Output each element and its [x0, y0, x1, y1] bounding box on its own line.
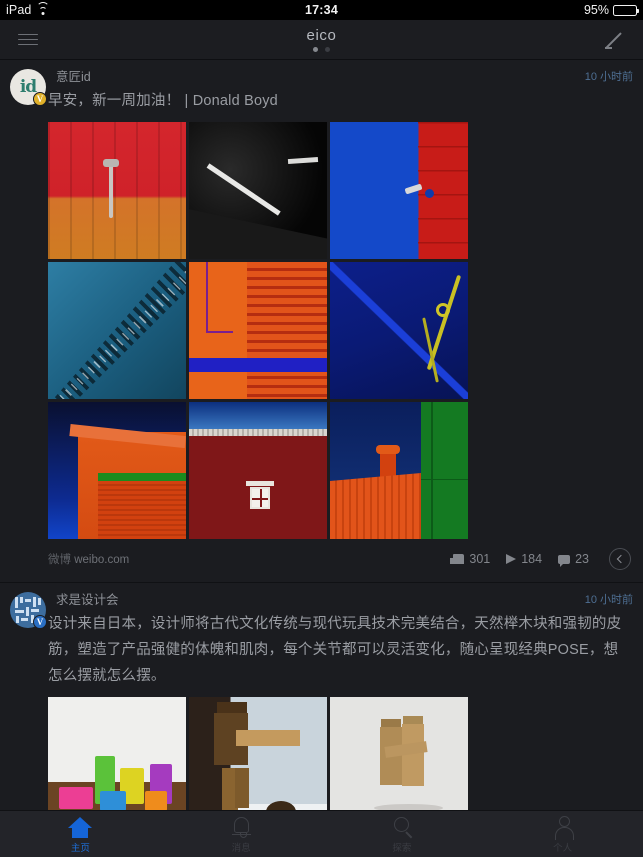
search-icon [390, 814, 414, 838]
app-root: iPad 17:34 95% eico id V 意匠id 10 小时前 早安，… [0, 0, 643, 857]
tab-messages-label: 消息 [231, 843, 251, 854]
home-icon [68, 814, 93, 838]
post-source-prefix: 微博 [48, 554, 71, 566]
feed-post[interactable]: id V 意匠id 10 小时前 早安，新一周加油！ | Donald Boyd [0, 60, 643, 582]
nav-title-group: eico [0, 20, 643, 59]
avatar[interactable]: id V [10, 69, 47, 106]
post-timestamp: 10 小时前 [584, 71, 633, 83]
post-image-grid [0, 114, 471, 539]
feed-post[interactable]: V 求是设计会 10 小时前 设计来自日本，设计师将古代文化传统与现代玩具技术完… [0, 582, 643, 820]
post-image-thumbnail[interactable] [48, 402, 186, 539]
page-dot-1 [313, 47, 318, 52]
verified-badge: V [33, 92, 47, 106]
avatar[interactable]: V [10, 592, 47, 629]
post-stats: 301 184 23 [450, 548, 631, 570]
post-username[interactable]: 意匠id [56, 70, 633, 85]
status-bar-clock: 17:34 [305, 3, 338, 17]
post-image-thumbnail[interactable] [330, 402, 468, 539]
like-stat[interactable]: 301 [450, 552, 491, 566]
bottom-tab-bar: 主页 消息 探索 个人 [0, 810, 643, 857]
post-image-grid [0, 689, 471, 820]
tab-home[interactable]: 主页 [0, 811, 161, 857]
navigation-bar: eico [0, 20, 643, 60]
tab-profile-label: 个人 [553, 843, 573, 854]
tab-discover-label: 探索 [392, 843, 412, 854]
compose-button[interactable] [587, 20, 643, 60]
share-arrow-icon [506, 554, 517, 564]
post-image-thumbnail[interactable] [330, 262, 468, 399]
post-image-thumbnail[interactable] [189, 402, 327, 539]
post-image-thumbnail[interactable] [189, 122, 327, 259]
post-meta: 求是设计会 10 小时前 [46, 592, 633, 608]
pencil-compose-icon [604, 29, 626, 51]
page-indicator-dots [313, 47, 330, 52]
post-text: 设计来自日本，设计师将古代文化传统与现代玩具技术完美结合，天然榉木块和强韧的皮筋… [48, 616, 622, 684]
battery-percent: 95% [583, 3, 609, 17]
battery-icon [613, 4, 640, 16]
comment-stat[interactable]: 23 [558, 552, 589, 567]
post-image-thumbnail[interactable] [48, 122, 186, 259]
post-source-domain: weibo.com [74, 554, 130, 566]
tab-profile[interactable]: 个人 [482, 811, 643, 857]
post-image-thumbnail[interactable] [48, 262, 186, 399]
post-source: 微博 weibo.com [48, 551, 129, 567]
page-dot-2 [325, 47, 330, 52]
post-image-thumbnail[interactable] [189, 697, 327, 820]
like-count: 301 [469, 552, 491, 566]
post-username[interactable]: 求是设计会 [56, 593, 633, 608]
status-bar-right: 95% [583, 3, 640, 17]
status-bar: iPad 17:34 95% [0, 0, 643, 20]
chevron-left-circle-icon[interactable] [609, 548, 631, 570]
comment-bubble-icon [558, 554, 571, 567]
menu-button[interactable] [0, 20, 56, 60]
post-footer: 微博 weibo.com 301 184 23 [0, 539, 643, 580]
post-image-thumbnail[interactable] [48, 697, 186, 820]
post-text: 早安，新一周加油！ | Donald Boyd [48, 93, 278, 109]
feed-list[interactable]: id V 意匠id 10 小时前 早安，新一周加油！ | Donald Boyd [0, 60, 643, 820]
hamburger-menu-icon [18, 30, 38, 49]
share-stat[interactable]: 184 [506, 552, 542, 566]
tab-home-label: 主页 [70, 843, 90, 854]
share-count: 184 [521, 552, 543, 566]
post-image-thumbnail[interactable] [189, 262, 327, 399]
post-image-thumbnail[interactable] [330, 122, 468, 259]
post-meta: 意匠id 10 小时前 [46, 69, 633, 85]
page-title: eico [306, 27, 337, 44]
post-timestamp: 10 小时前 [584, 594, 633, 606]
thumbs-up-icon [450, 554, 465, 564]
post-image-thumbnail[interactable] [330, 697, 468, 820]
verified-badge: V [33, 615, 47, 629]
person-icon [551, 814, 575, 840]
bell-icon [229, 814, 253, 838]
tab-messages[interactable]: 消息 [161, 811, 322, 857]
comment-count: 23 [575, 552, 589, 566]
tab-discover[interactable]: 探索 [322, 811, 483, 857]
